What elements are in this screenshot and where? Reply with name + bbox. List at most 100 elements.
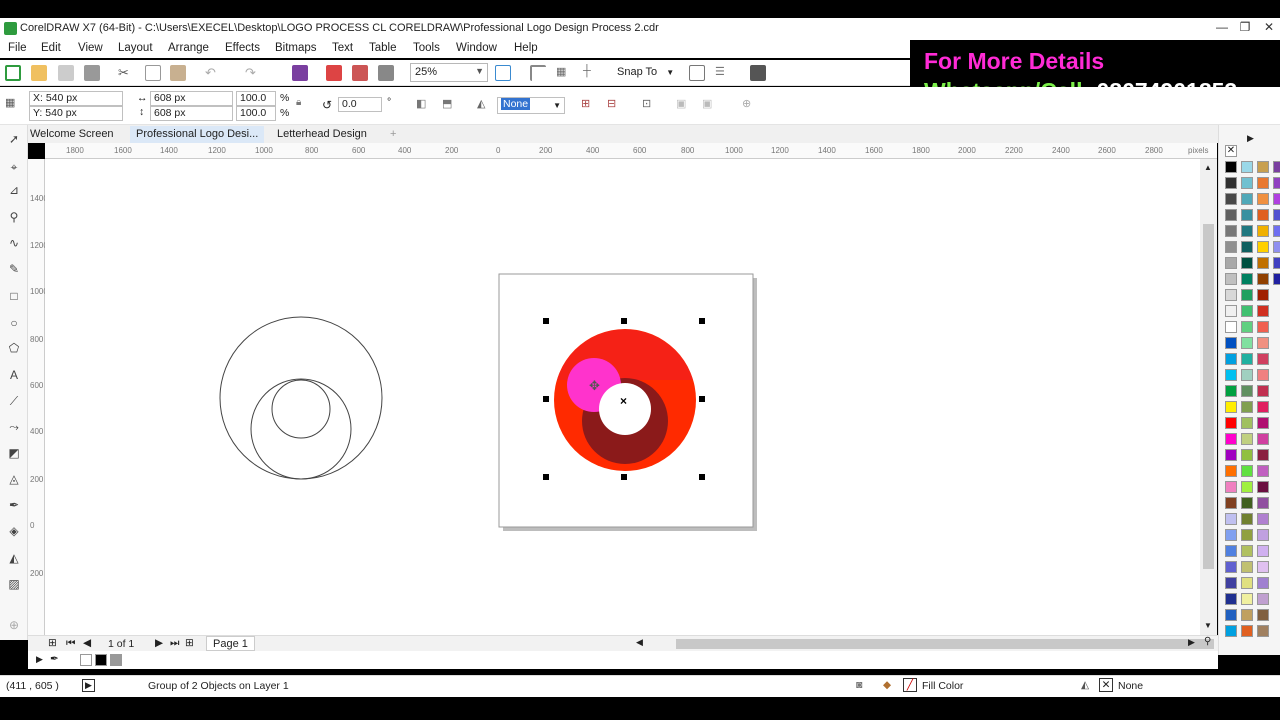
palette-swatch[interactable]: [1225, 513, 1237, 525]
palette-expand-icon[interactable]: ▶: [36, 654, 43, 665]
palette-swatch[interactable]: [1257, 385, 1269, 397]
options-icon[interactable]: [689, 65, 705, 81]
palette-swatch[interactable]: [1225, 433, 1237, 445]
palette-swatch[interactable]: [1225, 529, 1237, 541]
vertical-scrollbar[interactable]: ▲ ▼: [1200, 159, 1217, 635]
export-icon[interactable]: [352, 65, 368, 81]
print-icon[interactable]: [84, 65, 100, 81]
object-origin-icon[interactable]: ▦: [5, 96, 21, 112]
menu-arrange[interactable]: Arrange: [168, 42, 209, 54]
palette-swatch[interactable]: [1273, 225, 1280, 237]
palette-swatch[interactable]: [1225, 545, 1237, 557]
import-icon[interactable]: [326, 65, 342, 81]
pick-tool-icon[interactable]: ➚: [6, 131, 22, 147]
menu-help[interactable]: Help: [514, 42, 538, 54]
palette-swatch[interactable]: [1241, 305, 1253, 317]
palette-swatch[interactable]: [1257, 497, 1269, 509]
palette-swatch[interactable]: [1241, 353, 1253, 365]
palette-swatch[interactable]: [1241, 161, 1253, 173]
palette-no-color-swatch-icon[interactable]: ✕: [1225, 145, 1237, 157]
palette-swatch[interactable]: [1225, 305, 1237, 317]
drawing-canvas[interactable]: × ✥: [45, 159, 1200, 635]
vertical-scroll-thumb[interactable]: [1203, 224, 1214, 569]
zoom-tool-icon[interactable]: ⚲: [6, 209, 22, 225]
palette-swatch[interactable]: [1257, 369, 1269, 381]
palette-swatch[interactable]: [1225, 417, 1237, 429]
new-document-icon[interactable]: [5, 65, 21, 81]
palette-swatch[interactable]: [1257, 225, 1269, 237]
cut-icon[interactable]: ✂: [118, 65, 134, 81]
x-position-field[interactable]: X: 540 px: [29, 91, 123, 106]
drop-shadow-icon[interactable]: ◩: [6, 445, 22, 461]
palette-swatch[interactable]: [1225, 465, 1237, 477]
palette-swatch[interactable]: [1257, 449, 1269, 461]
fill-none-swatch-icon[interactable]: ╱: [903, 678, 917, 692]
menu-view[interactable]: View: [78, 42, 103, 54]
palette-swatch[interactable]: [1241, 385, 1253, 397]
palette-swatch[interactable]: [1241, 625, 1253, 637]
menu-table[interactable]: Table: [369, 42, 397, 54]
status-play-icon[interactable]: ▶: [82, 679, 95, 692]
mesh-fill-icon[interactable]: ▨: [6, 576, 22, 592]
palette-swatch[interactable]: [1257, 273, 1269, 285]
palette-swatch[interactable]: [1241, 465, 1253, 477]
palette-swatch[interactable]: [1273, 241, 1280, 253]
palette-swatch[interactable]: [1225, 497, 1237, 509]
palette-swatch[interactable]: [1241, 321, 1253, 333]
palette-swatch[interactable]: [1225, 177, 1237, 189]
palette-swatch[interactable]: [1257, 257, 1269, 269]
horizontal-ruler[interactable]: 1800 1600 1400 1200 1000 800 600 400 200…: [45, 143, 1217, 159]
palette-swatch[interactable]: [1257, 561, 1269, 573]
palette-swatch[interactable]: [1257, 289, 1269, 301]
palette-swatch[interactable]: [1241, 241, 1253, 253]
palette-swatch[interactable]: [1273, 257, 1280, 269]
palette-swatch[interactable]: [1257, 593, 1269, 605]
palette-swatch[interactable]: [1241, 177, 1253, 189]
horizontal-scroll-thumb[interactable]: [676, 639, 1214, 649]
palette-swatch[interactable]: [1225, 161, 1237, 173]
paste-icon[interactable]: [170, 65, 186, 81]
palette-swatch[interactable]: [1273, 209, 1280, 221]
palette-swatch[interactable]: [1257, 465, 1269, 477]
palette-swatch[interactable]: [1241, 273, 1253, 285]
palette-swatch[interactable]: [1225, 337, 1237, 349]
palette-swatch[interactable]: [1225, 385, 1237, 397]
menu-effects[interactable]: Effects: [225, 42, 260, 54]
open-icon[interactable]: [31, 65, 47, 81]
palette-swatch[interactable]: [1241, 481, 1253, 493]
palette-swatch[interactable]: [1241, 561, 1253, 573]
quick-customize-icon[interactable]: ⊕: [742, 97, 758, 113]
palette-swatch[interactable]: [1257, 481, 1269, 493]
doc-swatch-none[interactable]: [80, 654, 92, 666]
trim-icon[interactable]: ⊟: [607, 97, 623, 113]
palette-swatch[interactable]: [1225, 625, 1237, 637]
close-button[interactable]: ✕: [1259, 20, 1279, 38]
palette-swatch[interactable]: [1225, 481, 1237, 493]
lock-ratio-icon[interactable]: 🔒︎: [296, 97, 312, 113]
crop-tool-icon[interactable]: ⊿: [6, 182, 22, 198]
palette-swatch[interactable]: [1225, 289, 1237, 301]
palette-swatch[interactable]: [1241, 289, 1253, 301]
full-screen-preview-icon[interactable]: [495, 65, 511, 81]
to-front-icon[interactable]: ▣: [676, 97, 692, 113]
outline-none-swatch-icon[interactable]: ✕: [1099, 678, 1113, 692]
palette-swatch[interactable]: [1257, 177, 1269, 189]
palette-swatch[interactable]: [1241, 433, 1253, 445]
freehand-tool-icon[interactable]: ∿: [6, 235, 22, 251]
rectangle-tool-icon[interactable]: □: [6, 288, 22, 304]
palette-swatch[interactable]: [1257, 321, 1269, 333]
palette-swatch[interactable]: [1225, 225, 1237, 237]
copy-icon[interactable]: [145, 65, 161, 81]
palette-swatch[interactable]: [1257, 209, 1269, 221]
eyedropper-icon[interactable]: ✒: [6, 497, 22, 513]
scroll-right-icon[interactable]: ▶: [1188, 637, 1195, 648]
palette-swatch[interactable]: [1241, 449, 1253, 461]
application-launcher-icon[interactable]: ☰: [715, 65, 731, 81]
scale-width-field[interactable]: 100.0: [236, 91, 276, 106]
horizontal-scrollbar[interactable]: ◀ ▶ ⚲: [28, 636, 1218, 652]
menu-tools[interactable]: Tools: [413, 42, 440, 54]
palette-swatch[interactable]: [1241, 577, 1253, 589]
palette-swatch[interactable]: [1241, 369, 1253, 381]
palette-swatch[interactable]: [1225, 609, 1237, 621]
palette-scroll-up-icon[interactable]: ▶: [1247, 133, 1254, 144]
